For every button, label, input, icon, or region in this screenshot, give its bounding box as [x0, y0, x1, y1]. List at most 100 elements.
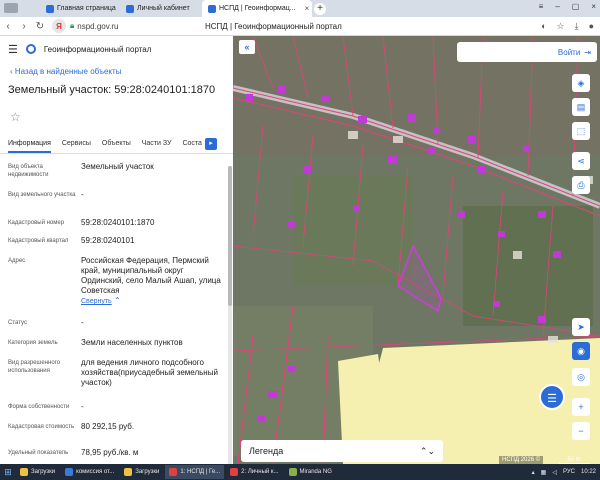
share-icon[interactable]: ⋖ [572, 152, 590, 170]
back-arrow-icon[interactable]: ‹ [0, 21, 16, 32]
taskbar-label: Загрузки [31, 469, 56, 475]
portal-logo-icon [25, 44, 36, 54]
browser-menu-icon[interactable] [4, 3, 18, 13]
close-window-icon[interactable]: × [591, 2, 596, 11]
profile-icon[interactable]: ● [589, 21, 594, 32]
minimize-icon[interactable]: – [555, 2, 559, 11]
layer-toggle-icon[interactable]: ◉ [572, 342, 590, 360]
attribute-key: Категория земель [8, 340, 58, 346]
print-icon[interactable]: ⎙ [572, 176, 590, 194]
tab-parts[interactable]: Части ЗУ [142, 140, 172, 147]
select-area-icon[interactable]: ⬚ [572, 122, 590, 140]
forward-arrow-icon[interactable]: › [16, 21, 32, 32]
attribute-value: Земли населенных пунктов [81, 338, 183, 347]
list-item: Кадастровый квартал 59:28:0240101 [8, 236, 233, 256]
attribute-key: Вид объекта недвижимости [8, 164, 49, 178]
yandex-icon[interactable]: Я [52, 19, 66, 33]
reload-icon[interactable]: ↻ [32, 21, 48, 32]
object-title: Земельный участок: 59:28:0240101:1870 [8, 84, 216, 96]
scrollbar-thumb[interactable] [228, 166, 232, 306]
measure-icon[interactable]: ▤ [572, 98, 590, 116]
portal-header: ☰ Геоинформационный портал [0, 36, 233, 62]
url-text: nspd.gov.ru [77, 21, 119, 31]
maximize-icon[interactable]: ▢ [572, 2, 580, 11]
bookmark-icon[interactable]: ☆ [557, 21, 565, 32]
tab-information[interactable]: Информация [8, 140, 51, 153]
panel-scrollbar[interactable] [228, 166, 232, 464]
list-item: Кадастровый номер 59:28:0240101:1870 [8, 218, 233, 236]
collapse-panel-button[interactable]: « [239, 40, 255, 54]
messenger-icon [288, 468, 297, 476]
address-bar[interactable]: 🔒︎ nspd.gov.ru [70, 21, 190, 31]
taskbar-item[interactable]: Загрузки [120, 465, 163, 479]
zoom-out-icon[interactable]: − [572, 422, 590, 440]
back-to-results-link[interactable]: ‹ Назад в найденные объекты [0, 62, 233, 80]
menu-icon[interactable]: ☰ [8, 43, 18, 56]
attribute-key: Вид земельного участка [8, 192, 76, 198]
taskbar-label: 2: Личный к... [241, 469, 279, 475]
list-item: Удельный показатель 78,95 руб./кв. м [8, 448, 233, 464]
ruler-icon[interactable]: ◎ [572, 368, 590, 386]
list-item: Адрес Российская Федерация, Пермский кра… [8, 256, 233, 318]
taskbar-item[interactable]: комиссия от... [61, 465, 118, 479]
list-item: Вид земельного участка - [8, 190, 233, 218]
system-tray: ▴ ▦ ◁ РУС 10:22 [532, 469, 596, 476]
attribute-value: - [81, 190, 84, 199]
tabs-scroll-right-icon[interactable]: ▸ [205, 138, 217, 150]
close-tab-icon[interactable]: × [305, 4, 310, 13]
attribute-key: Статус [8, 320, 27, 326]
layers-icon[interactable]: ◈ [572, 74, 590, 92]
attribute-key: Удельный показатель [8, 450, 69, 456]
object-info-panel: ☰ Геоинформационный портал ‹ Назад в най… [0, 36, 233, 464]
language-indicator[interactable]: РУС [563, 469, 575, 476]
attribute-key: Кадастровый квартал [8, 238, 69, 244]
tab-services[interactable]: Сервисы [62, 140, 91, 147]
tab-composition[interactable]: Соста [182, 140, 201, 147]
tab-nspd[interactable]: НСПД | Геоинформац... × [202, 0, 312, 17]
chat-icon[interactable]: ☰ [539, 384, 565, 410]
extension-icon[interactable]: ◐ [541, 21, 546, 32]
tab-cabinet[interactable]: Личный кабинет [120, 0, 202, 17]
attribute-value: 59:28:0240101:1870 [81, 218, 155, 227]
tray-arrow-icon[interactable]: ▴ [532, 469, 535, 476]
geolocation-icon[interactable]: ➤ [572, 318, 590, 336]
attribute-key: Кадастровая стоимость [8, 424, 75, 430]
attribute-key: Адрес [8, 258, 26, 264]
attribute-value: Российская Федерация, Пермский край, мун… [81, 256, 221, 295]
list-item: Вид объекта недвижимости Земельный участ… [8, 162, 233, 190]
legend-dropdown[interactable]: Легенда ⌃⌄ [241, 440, 443, 462]
map-view[interactable]: « Войти ⇥ ◈ ▤ ⬚ ⋖ ⎙ ➤ ◉ ◎ + − ☰ Легенда … [233, 36, 600, 464]
taskbar-item[interactable]: Miranda NG [285, 465, 336, 479]
favorite-star-icon[interactable]: ☆ [10, 110, 233, 132]
tab-label: Личный кабинет [137, 5, 190, 12]
toolbar-actions: ◐ ☆ ⤓ ● [541, 21, 594, 32]
browser-icon [230, 468, 239, 476]
attribute-key: Кадастровый номер [8, 220, 65, 226]
tab-home[interactable]: Главная страница [40, 0, 120, 17]
taskbar-item[interactable]: Загрузки [16, 465, 59, 479]
start-icon[interactable]: ⊞ [0, 464, 16, 480]
browser-icon [169, 468, 178, 476]
login-icon: ⇥ [584, 47, 591, 57]
chevron-updown-icon: ⌃⌄ [419, 445, 435, 456]
browser-tab-bar: Главная страница Личный кабинет НСПД | Г… [0, 0, 600, 17]
tab-objects[interactable]: Объекты [102, 140, 131, 147]
collapse-link[interactable]: Свернуть ⌃ [81, 296, 221, 307]
taskbar-item[interactable]: 1: НСПД | Ге... [165, 465, 225, 479]
network-icon[interactable]: ▦ [541, 469, 547, 476]
taskbar-label: Miranda NG [299, 469, 332, 475]
attribute-value: - [81, 402, 84, 411]
taskbar-item[interactable]: 2: Личный к... [226, 465, 282, 479]
volume-icon[interactable]: ◁ [552, 469, 557, 476]
taskbar-label: комиссия от... [76, 469, 115, 475]
download-icon[interactable]: ⤓ [575, 21, 579, 32]
new-tab-button[interactable]: + [314, 2, 326, 15]
login-button[interactable]: Войти ⇥ [457, 42, 597, 62]
zoom-in-icon[interactable]: + [572, 398, 590, 416]
browser-toolbar: ‹ › ↻ Я 🔒︎ nspd.gov.ru НСПД | Геоинформа… [0, 17, 600, 36]
taskbar-label: Загрузки [135, 469, 160, 475]
clock[interactable]: 10:22 [581, 469, 596, 476]
tabs-menu-icon[interactable]: ≡ [539, 2, 544, 11]
chevron-up-icon: ⌃ [113, 296, 121, 305]
list-item: Категория земель Земли населенных пункто… [8, 338, 233, 358]
